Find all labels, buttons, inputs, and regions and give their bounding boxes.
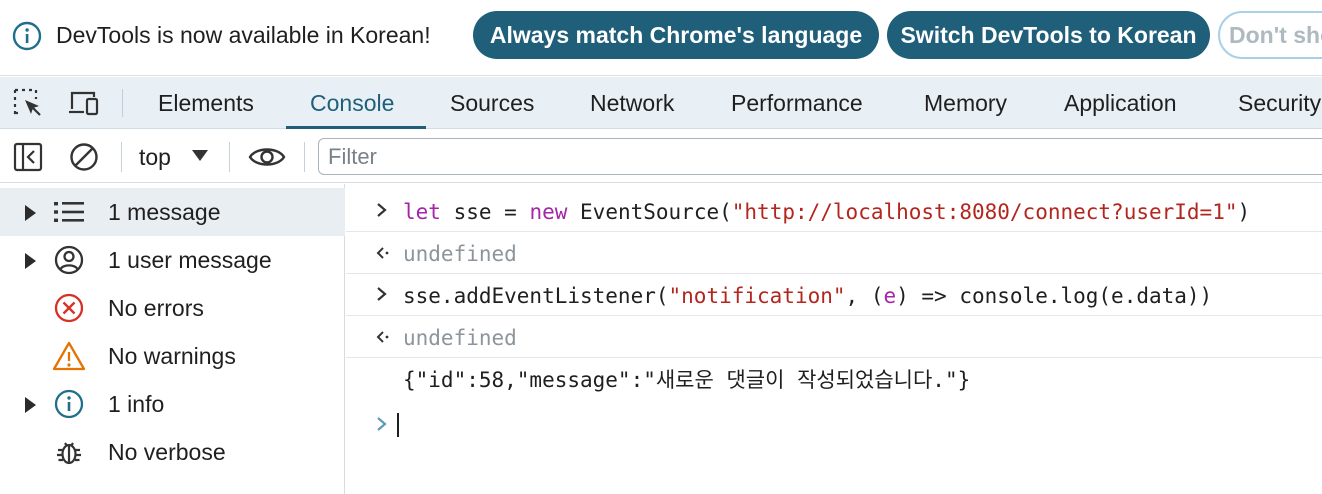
console-prompt-row[interactable] (346, 404, 1322, 446)
console-line-text: let sse = new EventSource("http://localh… (403, 201, 1250, 223)
console-input-row: let sse = new EventSource("http://localh… (346, 190, 1322, 232)
console-token: ) (1237, 200, 1251, 224)
error-icon (54, 293, 84, 323)
sidebar-item-label: 1 message (108, 199, 221, 225)
infobar-message: DevTools is now available in Korean! (56, 22, 431, 48)
toolbar-divider (121, 142, 122, 172)
dont-show-again-button[interactable]: Don't show again (1218, 11, 1322, 59)
active-tab-indicator (286, 126, 426, 129)
sidebar-item-messages[interactable]: 1 message (0, 188, 345, 236)
console-token: undefined (403, 242, 517, 266)
console-result-row: undefined (346, 232, 1322, 274)
info-icon (54, 389, 84, 419)
chevron-right-icon (377, 417, 387, 431)
always-match-language-button[interactable]: Always match Chrome's language (473, 11, 879, 59)
warning-icon (52, 341, 86, 371)
console-toolbar: top (0, 130, 1322, 183)
expand-arrow-icon[interactable] (25, 205, 36, 221)
text-cursor (397, 413, 399, 437)
info-icon (12, 21, 42, 51)
live-expression-eye-icon[interactable] (248, 141, 286, 173)
console-token: let (403, 200, 441, 224)
context-selector[interactable]: top (139, 141, 171, 173)
inspect-element-icon[interactable] (12, 87, 46, 119)
sidebar-item-label: No verbose (108, 439, 226, 465)
sidebar-item-label: No warnings (108, 343, 236, 369)
sidebar-item-info[interactable]: 1 info (0, 380, 345, 428)
console-line-text: undefined (403, 327, 517, 349)
sidebar-item-verbose[interactable]: No verbose (0, 428, 345, 476)
language-infobar: DevTools is now available in Korean! Alw… (0, 0, 1322, 76)
tab-console[interactable]: Console (286, 77, 418, 129)
console-sidebar: 1 message 1 user message No errors No wa… (0, 184, 345, 494)
expand-arrow-icon[interactable] (25, 253, 36, 269)
list-icon (54, 202, 84, 222)
expand-arrow-icon[interactable] (25, 397, 36, 413)
sidebar-item-warnings[interactable]: No warnings (0, 332, 345, 380)
tab-network[interactable]: Network (566, 77, 698, 129)
console-token: new (529, 200, 568, 224)
console-token: sse.addEventListener( (403, 284, 669, 308)
console-token: {"id":58,"message":"새로운 댓글이 작성되었습니다."} (403, 368, 971, 392)
bug-icon (57, 442, 81, 465)
console-messages[interactable]: let sse = new EventSource("http://localh… (346, 184, 1322, 494)
switch-to-korean-button[interactable]: Switch DevTools to Korean (887, 11, 1210, 59)
console-line-text: undefined (403, 243, 517, 265)
console-token: EventSource( (567, 200, 732, 224)
chevron-right-icon (377, 287, 387, 301)
console-token: "http://localhost:8080/connect?userId=1" (731, 200, 1238, 224)
sidebar-toggle-icon[interactable] (12, 141, 44, 173)
clear-console-icon[interactable] (68, 141, 100, 173)
console-token: ) => console.log(e.data)) (896, 284, 1213, 308)
return-arrow-icon (376, 331, 389, 343)
console-input-row: sse.addEventListener("notification", (e)… (346, 274, 1322, 316)
console-token: "notification" (668, 284, 846, 308)
toolbar-divider (122, 89, 123, 117)
chevron-right-icon (377, 203, 387, 217)
chevron-down-icon[interactable] (192, 150, 208, 161)
console-token: sse = (440, 200, 530, 224)
tab-performance[interactable]: Performance (707, 77, 887, 129)
sidebar-item-user-messages[interactable]: 1 user message (0, 236, 345, 284)
tab-application[interactable]: Application (1040, 77, 1201, 129)
console-log-row: {"id":58,"message":"새로운 댓글이 작성되었습니다."} (346, 358, 1322, 400)
tab-elements[interactable]: Elements (134, 77, 278, 129)
user-circle-icon (54, 245, 84, 275)
toolbar-divider (304, 142, 305, 172)
console-line-text: sse.addEventListener("notification", (e)… (403, 285, 1212, 307)
tab-security[interactable]: Security (1214, 77, 1322, 129)
filter-input[interactable] (318, 138, 1322, 175)
console-token: e (883, 284, 897, 308)
sidebar-item-label: 1 user message (108, 247, 272, 273)
sidebar-item-label: No errors (108, 295, 204, 321)
sidebar-item-label: 1 info (108, 391, 165, 417)
tab-memory[interactable]: Memory (900, 77, 1031, 129)
tab-sources[interactable]: Sources (426, 77, 558, 129)
console-result-row: undefined (346, 316, 1322, 358)
console-token: , ( (845, 284, 884, 308)
devtools-tabbar: Elements Console Sources Network Perform… (0, 77, 1322, 129)
console-line-text: {"id":58,"message":"새로운 댓글이 작성되었습니다."} (403, 369, 970, 391)
device-toolbar-icon[interactable] (67, 87, 101, 119)
toolbar-divider (229, 142, 230, 172)
return-arrow-icon (376, 247, 389, 259)
sidebar-item-errors[interactable]: No errors (0, 284, 345, 332)
console-token: undefined (403, 326, 517, 350)
